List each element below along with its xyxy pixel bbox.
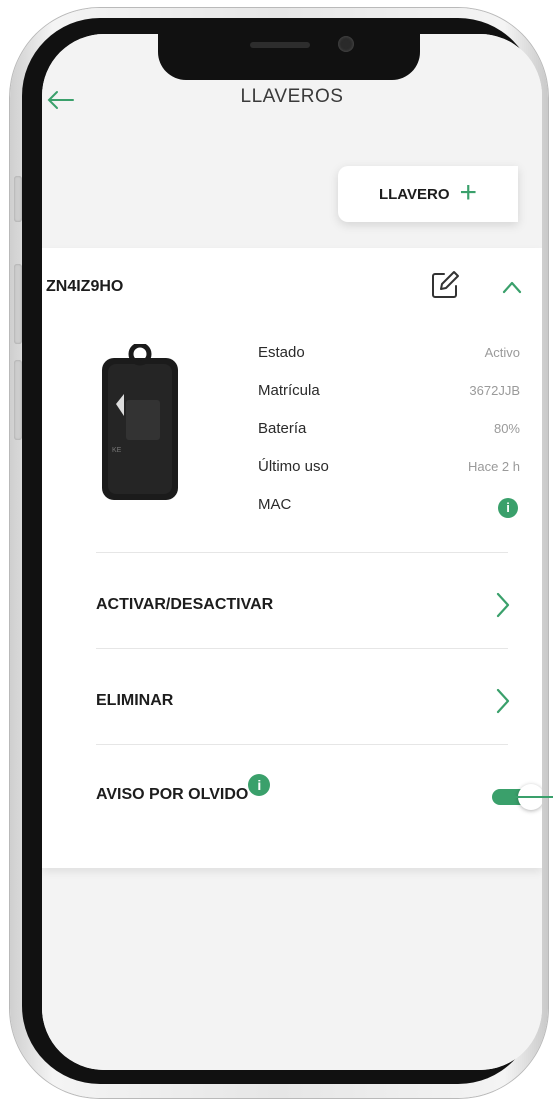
volume-down-button bbox=[14, 360, 22, 440]
add-keyfob-button[interactable]: LLAVERO + bbox=[338, 166, 518, 222]
mac-info-icon[interactable]: i bbox=[498, 498, 518, 518]
chevron-right-icon bbox=[496, 688, 510, 714]
last-use-value: Hace 2 h bbox=[467, 459, 520, 474]
forget-alert-info-icon[interactable]: i bbox=[248, 774, 271, 796]
delete-row[interactable]: ELIMINAR bbox=[96, 672, 516, 732]
plate-label: Matrícula bbox=[258, 382, 320, 399]
callout-line bbox=[512, 796, 553, 798]
forget-alert-label: AVISO POR OLVIDOi bbox=[96, 774, 271, 804]
divider bbox=[96, 648, 508, 649]
mac-label: MAC bbox=[258, 496, 292, 513]
footer-background bbox=[42, 868, 542, 1070]
collapse-chevron-icon[interactable] bbox=[502, 280, 522, 294]
info-row-mac: MAC i bbox=[258, 496, 520, 522]
status-value: Activo bbox=[484, 345, 520, 360]
mute-switch bbox=[14, 176, 22, 222]
edit-icon[interactable] bbox=[430, 270, 460, 300]
plate-value: 3672JJB bbox=[469, 383, 520, 398]
activate-deactivate-row[interactable]: ACTIVAR/DESACTIVAR bbox=[96, 576, 516, 636]
page-title: LLAVEROS bbox=[240, 86, 344, 107]
chevron-right-icon bbox=[496, 592, 510, 618]
info-row-last-use: Último uso Hace 2 h bbox=[258, 458, 520, 484]
info-row-battery: Batería 80% bbox=[258, 420, 520, 446]
activate-deactivate-label: ACTIVAR/DESACTIVAR bbox=[96, 596, 274, 613]
app-screen: LLAVEROS LLAVERO + ZN4IZ9HO KE Estado Ac… bbox=[42, 34, 542, 1070]
forget-alert-text: AVISO POR OLVIDO bbox=[96, 786, 249, 803]
phone-notch bbox=[158, 34, 420, 80]
keyfob-card: ZN4IZ9HO KE Estado Activo Matrícula 3672… bbox=[42, 248, 542, 868]
battery-label: Batería bbox=[258, 420, 307, 437]
svg-text:KE: KE bbox=[112, 447, 122, 454]
divider bbox=[96, 744, 508, 745]
keyfob-image: KE bbox=[102, 344, 178, 500]
delete-label: ELIMINAR bbox=[96, 692, 174, 709]
volume-up-button bbox=[14, 264, 22, 344]
divider bbox=[96, 552, 508, 553]
battery-value: 80% bbox=[493, 421, 520, 436]
keyfob-id: ZN4IZ9HO bbox=[46, 278, 124, 295]
status-label: Estado bbox=[258, 344, 305, 361]
forget-alert-row: AVISO POR OLVIDOi bbox=[96, 766, 542, 826]
plus-icon: + bbox=[459, 175, 478, 209]
info-row-status: Estado Activo bbox=[258, 344, 520, 370]
front-camera bbox=[338, 36, 354, 52]
speaker-grille bbox=[250, 42, 310, 48]
info-row-plate: Matrícula 3672JJB bbox=[258, 382, 520, 408]
add-keyfob-label: LLAVERO bbox=[378, 185, 450, 203]
last-use-label: Último uso bbox=[258, 458, 329, 475]
